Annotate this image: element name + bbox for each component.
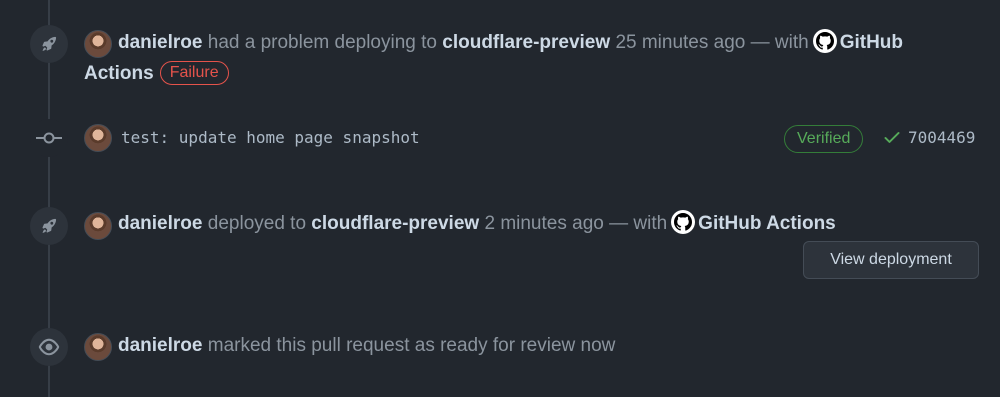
event-ready-for-review: danielroe marked this pull request as re… — [118, 331, 615, 361]
avatar[interactable] — [84, 124, 112, 152]
rocket-icon — [30, 207, 68, 245]
check-icon[interactable] — [882, 127, 902, 152]
event-time[interactable]: 2 minutes ago — with — [484, 213, 667, 234]
verified-badge[interactable]: Verified — [784, 125, 864, 153]
event-text: marked this pull request as ready for re… — [207, 335, 616, 356]
avatar[interactable] — [84, 333, 112, 361]
commit-message[interactable]: test: update home page snapshot — [121, 126, 420, 150]
eye-icon — [30, 328, 68, 366]
author-link[interactable]: danielroe — [118, 32, 202, 53]
environment-link[interactable]: cloudflare-preview — [311, 213, 479, 234]
event-text: had a problem deploying to — [207, 32, 437, 53]
event-text: deployed to — [207, 213, 307, 234]
view-deployment-button[interactable]: View deployment — [803, 241, 979, 279]
author-link[interactable]: danielroe — [118, 335, 202, 356]
app-link[interactable]: GitHub Actions — [698, 213, 836, 234]
github-icon — [812, 29, 837, 53]
environment-link[interactable]: cloudflare-preview — [442, 32, 610, 53]
app-link-part2[interactable]: Actions — [84, 63, 154, 84]
event-deploy-failed-line2: Actions Failure — [84, 59, 229, 89]
commit-sha[interactable]: 7004469 — [908, 126, 975, 150]
app-link-part1[interactable]: GitHub — [840, 32, 903, 53]
avatar[interactable] — [84, 30, 112, 58]
commit-icon — [30, 119, 68, 157]
event-time[interactable]: 25 minutes ago — with — [615, 32, 808, 53]
avatar[interactable] — [84, 212, 112, 240]
status-badge-failure: Failure — [159, 61, 229, 85]
author-link[interactable]: danielroe — [118, 213, 202, 234]
rocket-icon — [30, 25, 68, 63]
github-icon — [671, 210, 696, 234]
event-deployed: danielroe deployed to cloudflare-preview… — [118, 209, 836, 239]
event-deploy-failed: danielroe had a problem deploying to clo… — [118, 28, 903, 58]
